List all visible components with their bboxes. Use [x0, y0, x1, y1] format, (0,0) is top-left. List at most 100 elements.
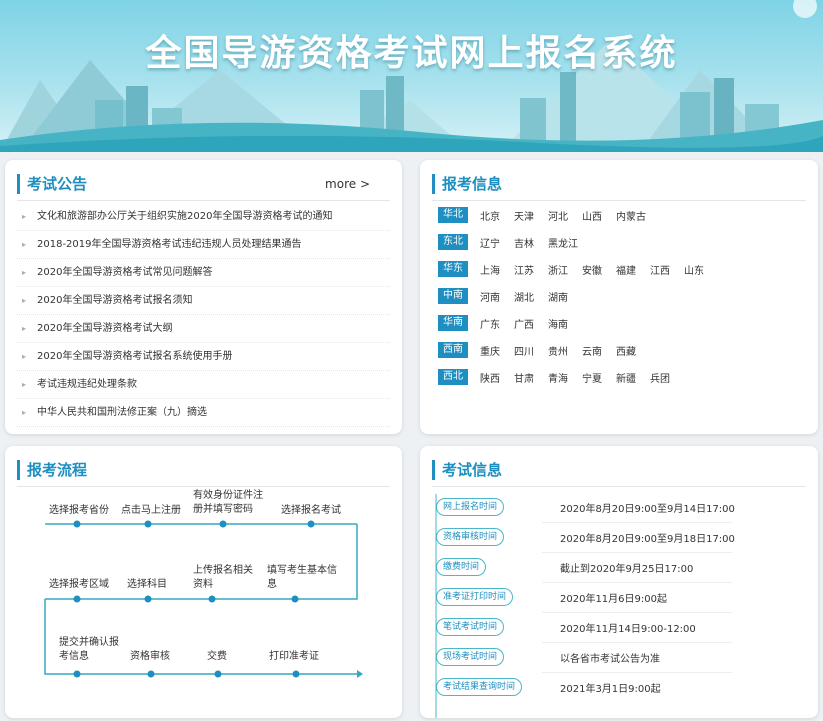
exam-value: 2021年3月1日9:00起	[560, 684, 661, 695]
exam-info-panel: 考试信息 网上报名时间 2020年8月20日9:00至9月14日17:00 资格…	[420, 446, 818, 718]
province-link[interactable]: 云南	[582, 343, 602, 358]
divider	[432, 200, 806, 201]
notice-item[interactable]: ▸ 2018-2019年全国导游资格考试违纪违规人员处理结果通告	[17, 231, 390, 259]
province-link[interactable]: 辽宁	[480, 235, 500, 250]
divider	[542, 642, 732, 643]
notice-item[interactable]: ▸ 2020年全国导游资格考试常见问题解答	[17, 259, 390, 287]
more-link[interactable]: more >	[325, 177, 370, 191]
province-link[interactable]: 陕西	[480, 370, 500, 385]
banner-illustration	[0, 0, 823, 152]
arrow-icon	[357, 670, 363, 678]
notice-item[interactable]: ▸ 2020年全国导游资格考试报名系统使用手册	[17, 343, 390, 371]
flow-dot	[307, 520, 315, 528]
exam-label: 资格审核时间	[436, 528, 505, 546]
flow-step-label: 选择报考区域	[49, 579, 109, 590]
flow-step-label: 点击马上注册	[121, 505, 181, 516]
bullet-icon: ▸	[22, 352, 27, 361]
province-link[interactable]: 四川	[514, 343, 534, 358]
region-tag: 华北	[438, 207, 468, 223]
flow-dot	[73, 520, 81, 528]
province-link[interactable]: 内蒙古	[616, 208, 646, 223]
notice-item-text: 2020年全国导游资格考试常见问题解答	[37, 267, 213, 278]
province-link[interactable]: 江苏	[514, 262, 534, 277]
province-link[interactable]: 重庆	[480, 343, 500, 358]
province-link[interactable]: 北京	[480, 208, 500, 223]
notice-item[interactable]: ▸ 2020年全国导游资格考试报名须知	[17, 287, 390, 315]
province-link[interactable]: 安徽	[582, 262, 602, 277]
exam-label: 网上报名时间	[436, 498, 505, 516]
notice-item-text: 2020年全国导游资格考试报名系统使用手册	[37, 351, 233, 362]
province-link[interactable]: 新疆	[616, 370, 636, 385]
province-link[interactable]: 上海	[480, 262, 500, 277]
province-link[interactable]: 甘肃	[514, 370, 534, 385]
notice-item[interactable]: ▸ 2020年全国导游资格考试大纲	[17, 315, 390, 343]
province-link[interactable]: 兵团	[650, 370, 670, 385]
exam-title: 考试信息	[432, 460, 502, 480]
notice-item-text: 2018-2019年全国导游资格考试违纪违规人员处理结果通告	[37, 239, 302, 250]
province-link[interactable]: 浙江	[548, 262, 568, 277]
region-row-huabei: 华北 北京 天津 河北 山西 内蒙古	[438, 207, 660, 223]
flow-step-label: 上传报名相关资料	[193, 565, 253, 590]
region-tag: 东北	[438, 234, 468, 250]
province-link[interactable]: 湖北	[514, 289, 534, 304]
exam-row: 笔试考试时间 2020年11月14日9:00-12:00	[432, 616, 732, 643]
registration-info-panel: 报考信息 华北 北京 天津 河北 山西 内蒙古 东北 辽宁 吉林 黑龙江 华东 …	[420, 160, 818, 434]
province-link[interactable]: 山东	[684, 262, 704, 277]
divider	[542, 522, 732, 523]
notice-item-text: 2020年全国导游资格考试大纲	[37, 323, 173, 334]
province-link[interactable]: 西藏	[616, 343, 636, 358]
province-link[interactable]: 天津	[514, 208, 534, 223]
flow-dot	[73, 670, 81, 678]
region-row-huadong: 华东 上海 江苏 浙江 安徽 福建 江西 山东	[438, 261, 718, 277]
notice-item-text: 中华人民共和国刑法修正案（九）摘选	[37, 407, 207, 418]
notice-item-text: 2020年全国导游资格考试报名须知	[37, 295, 193, 306]
province-link[interactable]: 宁夏	[582, 370, 602, 385]
flow-step-label: 选择报考省份	[49, 505, 109, 516]
province-link[interactable]: 山西	[582, 208, 602, 223]
flow-dot	[147, 670, 155, 678]
site-title: 全国导游资格考试网上报名系统	[145, 33, 678, 74]
exam-value: 截止到2020年9月25日17:00	[560, 564, 694, 575]
exam-value: 以各省市考试公告为准	[560, 654, 660, 665]
region-row-dongbei: 东北 辽宁 吉林 黑龙江	[438, 234, 592, 250]
province-link[interactable]: 河南	[480, 289, 500, 304]
province-link[interactable]: 青海	[548, 370, 568, 385]
registration-flow-panel: 报考流程 选择报考省份 点击马上注册 有效身份证件注册并填写密码 选择报名考试 …	[5, 446, 402, 718]
bullet-icon: ▸	[22, 240, 27, 249]
flow-dot	[208, 595, 216, 603]
flow-dot	[291, 595, 299, 603]
bullet-icon: ▸	[22, 212, 27, 221]
notice-title: 考试公告	[17, 174, 87, 194]
exam-row: 资格审核时间 2020年8月20日9:00至9月18日17:00	[432, 526, 735, 553]
exam-row: 准考证打印时间 2020年11月6日9:00起	[432, 586, 732, 613]
notice-list: ▸ 文化和旅游部办公厅关于组织实施2020年全国导游资格考试的通知 ▸ 2018-2…	[17, 203, 390, 427]
exam-value: 2020年8月20日9:00至9月14日17:00	[560, 504, 735, 515]
province-link[interactable]: 吉林	[514, 235, 534, 250]
exam-label: 考试结果查询时间	[436, 678, 523, 696]
exam-label: 现场考试时间	[436, 648, 505, 666]
divider	[17, 200, 390, 201]
province-link[interactable]: 福建	[616, 262, 636, 277]
province-link[interactable]: 湖南	[548, 289, 568, 304]
notice-item[interactable]: ▸ 中华人民共和国刑法修正案（九）摘选	[17, 399, 390, 427]
province-link[interactable]: 海南	[548, 316, 568, 331]
region-row-huanan: 华南 广东 广西 海南	[438, 315, 582, 331]
divider	[542, 612, 732, 613]
notice-item[interactable]: ▸ 考试违规违纪处理条款	[17, 371, 390, 399]
exam-row: 网上报名时间 2020年8月20日9:00至9月14日17:00	[432, 496, 735, 523]
flow-dot	[73, 595, 81, 603]
province-link[interactable]: 黑龙江	[548, 235, 578, 250]
divider	[432, 486, 806, 487]
flow-step-label: 打印准考证	[269, 651, 319, 662]
region-tag: 中南	[438, 288, 468, 304]
region-row-xibei: 西北 陕西 甘肃 青海 宁夏 新疆 兵团	[438, 369, 684, 385]
header-banner: 全国导游资格考试网上报名系统	[0, 0, 823, 152]
exam-row: 现场考试时间 以各省市考试公告为准	[432, 646, 732, 673]
province-link[interactable]: 河北	[548, 208, 568, 223]
province-link[interactable]: 广东	[480, 316, 500, 331]
notice-item[interactable]: ▸ 文化和旅游部办公厅关于组织实施2020年全国导游资格考试的通知	[17, 203, 390, 231]
province-link[interactable]: 广西	[514, 316, 534, 331]
province-link[interactable]: 贵州	[548, 343, 568, 358]
exam-row: 缴费时间 截止到2020年9月25日17:00	[432, 556, 732, 583]
province-link[interactable]: 江西	[650, 262, 670, 277]
